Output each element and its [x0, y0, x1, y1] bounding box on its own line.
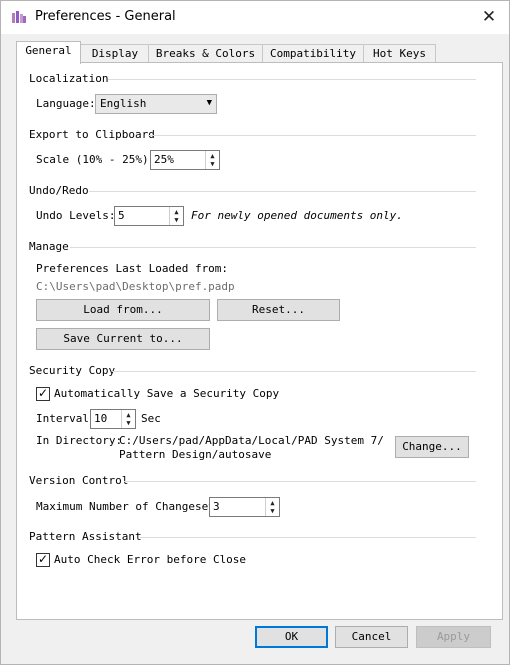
interval-value: 10: [94, 412, 108, 425]
spin-down-icon[interactable]: ▼: [172, 216, 181, 224]
language-select[interactable]: English ▼: [95, 94, 217, 114]
assistant-heading: Pattern Assistant: [29, 530, 142, 543]
apply-button[interactable]: Apply: [416, 626, 491, 648]
spin-down-icon[interactable]: ▼: [124, 419, 133, 427]
save-current-button[interactable]: Save Current to...: [36, 328, 210, 350]
spin-up-icon[interactable]: ▲: [268, 499, 277, 507]
language-value: English: [100, 97, 147, 110]
checkmark-icon: ✓: [38, 552, 49, 566]
ok-button[interactable]: OK: [255, 626, 328, 648]
localization-heading: Localization: [29, 72, 109, 85]
directory-path-line1: C:/Users/pad/AppData/Local/PAD System 7/: [119, 434, 384, 447]
scale-spinbox[interactable]: 25% ▲ ▼: [150, 150, 220, 170]
loaded-from-label: Preferences Last Loaded from:: [36, 262, 229, 275]
version-divider: [124, 481, 476, 482]
interval-label: Interval: [36, 412, 89, 425]
autosave-label[interactable]: Automatically Save a Security Copy: [54, 387, 279, 400]
spin-up-icon[interactable]: ▲: [208, 152, 217, 160]
max-changesets-spinbox[interactable]: 3 ▲ ▼: [209, 497, 280, 517]
language-label: Language:: [36, 97, 96, 110]
undo-spin-buttons[interactable]: ▲ ▼: [169, 207, 183, 225]
clipboard-heading: Export to Clipboard: [29, 128, 155, 141]
security-divider: [112, 371, 476, 372]
changesets-spin-buttons[interactable]: ▲ ▼: [265, 498, 279, 516]
interval-unit: Sec: [141, 412, 161, 425]
directory-path-line2: Pattern Design/autosave: [119, 448, 272, 461]
spin-up-icon[interactable]: ▲: [124, 411, 133, 419]
scale-label: Scale (10% - 25%):: [36, 153, 156, 166]
undo-heading: Undo/Redo: [29, 184, 89, 197]
undo-divider: [89, 191, 476, 192]
manage-heading: Manage: [29, 240, 69, 253]
manage-divider: [70, 247, 476, 248]
scale-spin-buttons[interactable]: ▲ ▼: [205, 151, 219, 169]
loaded-path: C:\Users\pad\Desktop\pref.padp: [36, 280, 235, 293]
autosave-checkbox[interactable]: ✓: [36, 386, 50, 401]
autocheck-label[interactable]: Auto Check Error before Close: [54, 553, 246, 566]
change-directory-button[interactable]: Change...: [395, 436, 469, 458]
spin-down-icon[interactable]: ▼: [208, 160, 217, 168]
checkmark-icon: ✓: [38, 386, 49, 400]
load-from-button[interactable]: Load from...: [36, 299, 210, 321]
reset-button[interactable]: Reset...: [217, 299, 340, 321]
max-changesets-label: Maximum Number of Changesets: [36, 500, 222, 513]
undo-levels-value: 5: [118, 209, 125, 222]
interval-spin-buttons[interactable]: ▲ ▼: [121, 410, 135, 428]
version-heading: Version Control: [29, 474, 129, 487]
undo-levels-label: Undo Levels:: [36, 209, 116, 222]
assistant-divider: [140, 537, 476, 538]
spin-down-icon[interactable]: ▼: [268, 507, 277, 515]
scale-value: 25%: [154, 153, 174, 166]
undo-note: For newly opened documents only.: [191, 209, 403, 222]
interval-spinbox[interactable]: 10 ▲ ▼: [90, 409, 136, 429]
chevron-down-icon: ▼: [206, 98, 212, 108]
security-heading: Security Copy: [29, 364, 116, 377]
cancel-button[interactable]: Cancel: [335, 626, 408, 648]
max-changesets-value: 3: [213, 500, 220, 513]
autocheck-checkbox[interactable]: ✓: [36, 552, 50, 567]
directory-label: In Directory:: [36, 434, 123, 447]
localization-divider: [108, 79, 476, 80]
undo-levels-spinbox[interactable]: 5 ▲ ▼: [114, 206, 184, 226]
clipboard-divider: [148, 135, 476, 136]
spin-up-icon[interactable]: ▲: [172, 208, 181, 216]
